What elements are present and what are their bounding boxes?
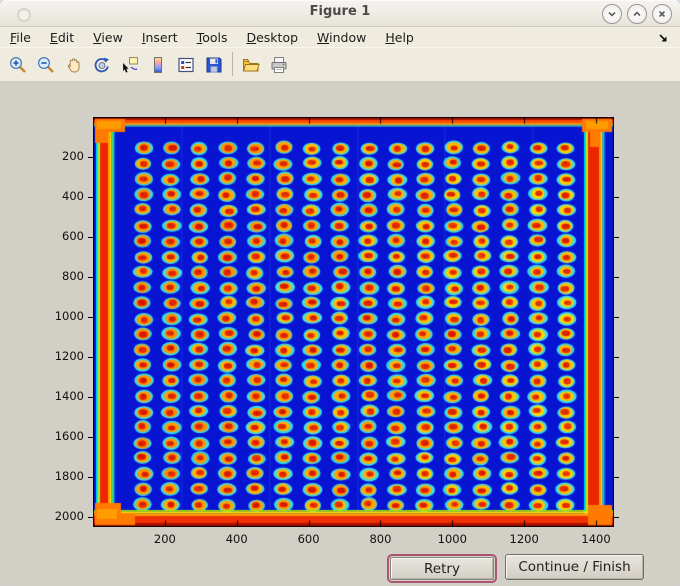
insert-legend-button[interactable] <box>172 51 200 79</box>
y-tick-mark <box>88 517 93 518</box>
minimize-button[interactable] <box>602 4 622 24</box>
zoom-out-button[interactable] <box>32 51 60 79</box>
save-figure-button[interactable] <box>200 51 228 79</box>
y-tick-mark <box>88 277 93 278</box>
menu-item-insert[interactable]: Insert <box>142 30 178 45</box>
y-tick-mark <box>88 477 93 478</box>
y-tick-label: 600 <box>62 229 84 243</box>
data-cursor-icon <box>123 57 138 73</box>
y-tick-mark <box>88 197 93 198</box>
y-tick-label: 1400 <box>54 389 84 403</box>
y-tick-mark <box>614 437 619 438</box>
y-tick-mark <box>88 397 93 398</box>
y-tick-mark <box>88 437 93 438</box>
y-tick-mark <box>88 357 93 358</box>
rotate-3d-icon <box>94 57 109 73</box>
y-tick-mark <box>88 317 93 318</box>
chevron-up-icon <box>633 11 641 17</box>
open-file-button[interactable] <box>237 51 265 79</box>
y-tick-label: 200 <box>62 149 84 163</box>
y-tick-mark <box>614 397 619 398</box>
menubar: File Edit View Insert Tools Desktop Wind… <box>0 27 680 47</box>
hand-icon <box>67 58 80 73</box>
y-tick-mark <box>614 237 619 238</box>
printer-icon <box>271 57 287 73</box>
x-tick-label: 1400 <box>581 532 611 546</box>
y-tick-mark <box>614 517 619 518</box>
legend-icon <box>178 57 194 73</box>
menu-item-view[interactable]: View <box>93 30 123 45</box>
menu-item-window[interactable]: Window <box>317 30 366 45</box>
x-tick-label: 600 <box>297 532 320 546</box>
zoom-out-icon <box>37 56 54 73</box>
y-tick-label: 400 <box>62 189 84 203</box>
menu-item-help[interactable]: Help <box>385 30 414 45</box>
y-tick-label: 800 <box>62 269 84 283</box>
open-folder-icon <box>242 59 260 72</box>
figure-window: Figure 1 File Edit View Insert Tools Des… <box>0 0 680 586</box>
menu-item-file[interactable]: File <box>10 30 31 45</box>
colorbar-icon <box>154 57 162 73</box>
close-button[interactable] <box>652 4 672 24</box>
y-tick-label: 2000 <box>54 509 84 523</box>
chevron-down-icon <box>608 11 616 17</box>
close-icon <box>658 10 666 18</box>
figure-toolbar <box>0 47 680 82</box>
retry-button[interactable]: Retry <box>387 554 497 583</box>
y-tick-mark <box>88 237 93 238</box>
save-icon <box>206 57 222 73</box>
y-tick-mark <box>88 157 93 158</box>
titlebar[interactable]: Figure 1 <box>0 0 680 27</box>
y-tick-mark <box>614 317 619 318</box>
menu-item-desktop[interactable]: Desktop <box>246 30 298 45</box>
pan-button[interactable] <box>60 51 88 79</box>
y-tick-mark <box>614 277 619 278</box>
dock-arrow-icon <box>659 34 667 42</box>
zoom-in-button[interactable] <box>4 51 32 79</box>
x-tick-label: 800 <box>369 532 392 546</box>
x-tick-label: 200 <box>153 532 176 546</box>
x-tick-label: 1000 <box>437 532 467 546</box>
y-tick-label: 1200 <box>54 349 84 363</box>
window-title: Figure 1 <box>309 4 371 19</box>
plot-image-canvas[interactable] <box>93 117 614 527</box>
window-controls <box>602 4 672 24</box>
rotate-3d-button[interactable] <box>88 51 116 79</box>
y-tick-mark <box>614 157 619 158</box>
y-tick-label: 1600 <box>54 429 84 443</box>
y-tick-label: 1800 <box>54 469 84 483</box>
y-tick-mark <box>614 197 619 198</box>
y-tick-mark <box>614 357 619 358</box>
menu-item-edit[interactable]: Edit <box>50 30 74 45</box>
toolbar-separator <box>232 52 233 76</box>
y-tick-label: 1000 <box>54 309 84 323</box>
print-figure-button[interactable] <box>265 51 293 79</box>
continue-finish-button[interactable]: Continue / Finish <box>505 554 644 580</box>
insert-colorbar-button[interactable] <box>144 51 172 79</box>
y-tick-mark <box>614 477 619 478</box>
x-tick-label: 400 <box>225 532 248 546</box>
zoom-in-icon <box>9 56 26 73</box>
menu-item-tools[interactable]: Tools <box>197 30 228 45</box>
maximize-button[interactable] <box>627 4 647 24</box>
x-tick-label: 1200 <box>509 532 539 546</box>
data-cursor-button[interactable] <box>116 51 144 79</box>
